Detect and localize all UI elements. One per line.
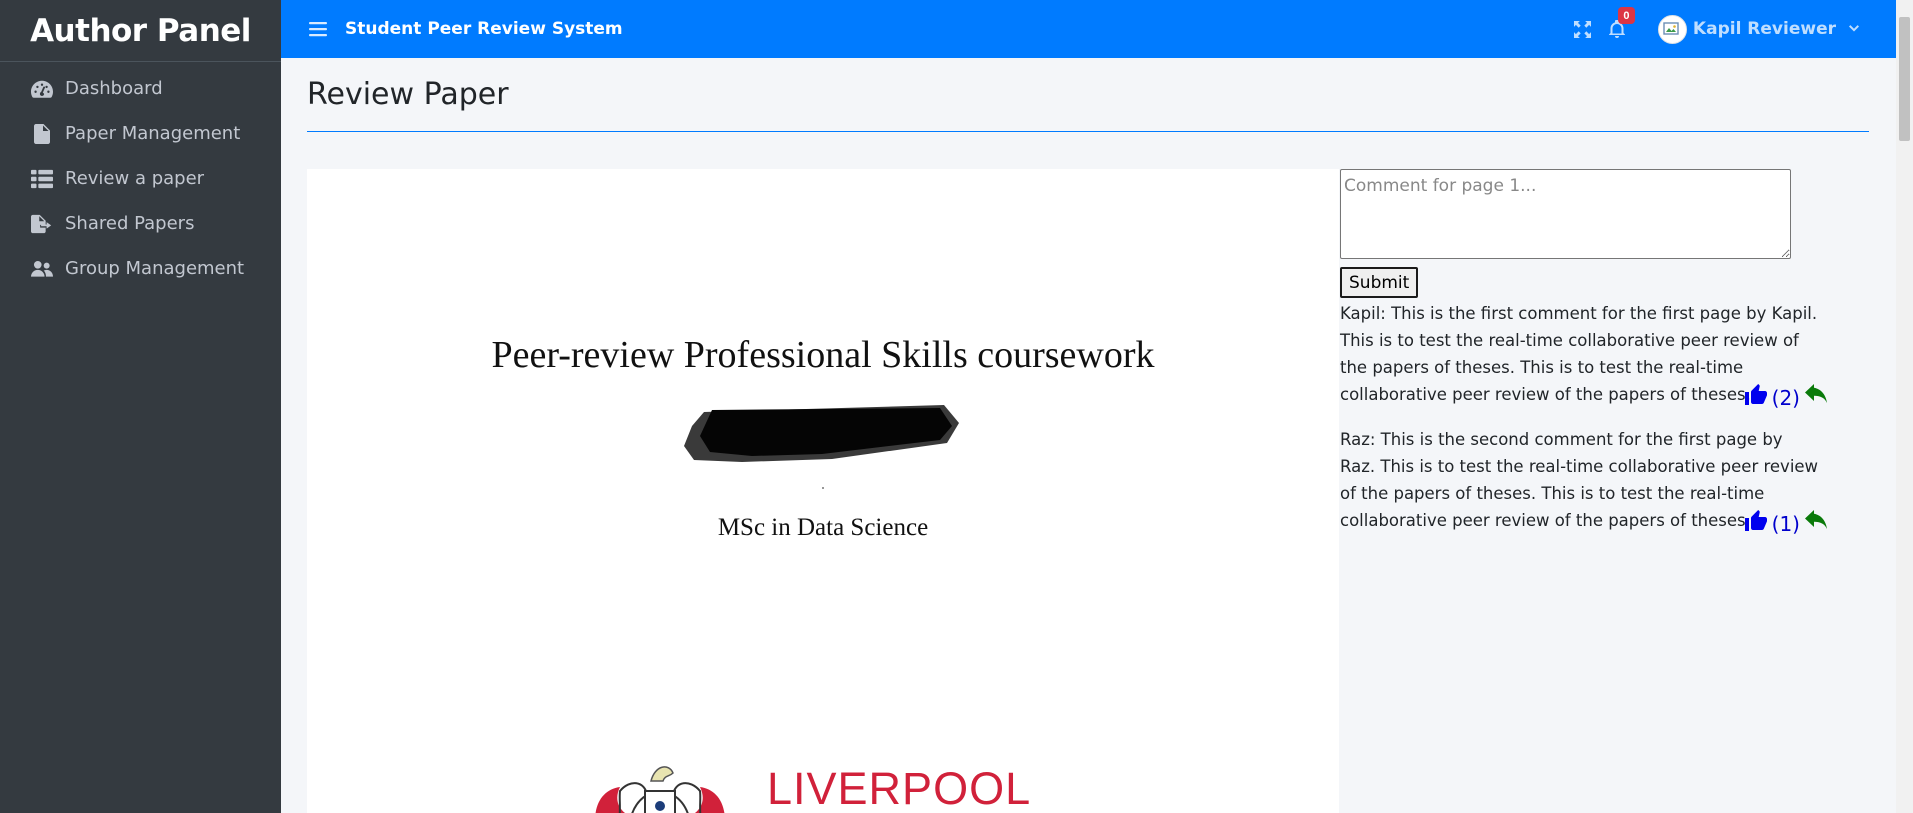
file-icon <box>30 123 54 145</box>
comment-actions: (1) <box>1744 508 1828 540</box>
like-count: (1) <box>1771 511 1800 536</box>
scrollbar-thumb[interactable] <box>1899 17 1910 141</box>
notification-count-badge: 0 <box>1617 7 1635 24</box>
sidebar-item-dashboard[interactable]: Dashboard <box>0 66 281 111</box>
like-count: (2) <box>1771 385 1800 410</box>
thumbs-up-icon[interactable] <box>1744 508 1768 540</box>
dashboard-icon <box>30 78 54 100</box>
sidebar-item-label: Shared Papers <box>65 213 195 234</box>
file-export-icon <box>30 213 54 235</box>
pdf-subtitle: MSc in Data Science <box>717 514 929 541</box>
avatar <box>1657 14 1687 44</box>
brand-title: Author Panel <box>30 12 251 49</box>
navbar-right: 0 Kapil Reviewer <box>1573 0 1896 58</box>
brand[interactable]: Author Panel <box>0 0 281 62</box>
page-title: Review Paper <box>307 77 509 112</box>
sidebar-item-review-paper[interactable]: Review a paper <box>0 156 281 201</box>
thumbs-up-icon[interactable] <box>1744 382 1768 414</box>
page-scrollbar[interactable] <box>1896 0 1913 813</box>
university-crest-logo <box>585 751 735 813</box>
user-menu[interactable]: Kapil Reviewer <box>1657 14 1860 44</box>
title-divider <box>307 131 1869 132</box>
comment-actions: (2) <box>1744 382 1828 414</box>
top-navbar: Student Peer Review System 0 Kapil Revie… <box>281 0 1896 58</box>
sidebar-item-label: Group Management <box>65 258 245 279</box>
sidebar-item-label: Dashboard <box>65 78 163 99</box>
comment-input[interactable] <box>1340 169 1791 259</box>
fullscreen-icon[interactable] <box>1573 20 1591 38</box>
comment-item: Kapil: This is the first comment for the… <box>1340 300 1840 410</box>
comment-item: Raz: This is the second comment for the … <box>1340 426 1840 536</box>
sidebar-item-group-management[interactable]: Group Management <box>0 246 281 291</box>
sidebar-item-label: Review a paper <box>65 168 205 189</box>
redacted-name <box>682 396 962 471</box>
user-name: Kapil Reviewer <box>1692 19 1836 39</box>
reply-icon[interactable] <box>1804 383 1828 413</box>
pdf-dot <box>822 487 824 489</box>
broken-image-icon <box>1663 22 1680 35</box>
sidebar: Author Panel Dashboard Paper Management … <box>0 0 281 813</box>
list-icon <box>30 168 54 190</box>
notifications-button[interactable]: 0 <box>1608 7 1635 38</box>
sidebar-nav: Dashboard Paper Management Review a pape… <box>0 62 281 291</box>
reply-icon[interactable] <box>1804 509 1828 539</box>
sidebar-item-paper-management[interactable]: Paper Management <box>0 111 281 156</box>
hamburger-menu-icon[interactable] <box>309 20 327 38</box>
pdf-title: Peer-review Professional Skills coursewo… <box>491 334 1155 376</box>
university-name: LIVERPOOL <box>767 763 1032 813</box>
users-icon <box>30 258 54 280</box>
sidebar-item-shared-papers[interactable]: Shared Papers <box>0 201 281 246</box>
sidebar-item-label: Paper Management <box>65 123 241 144</box>
pdf-viewer[interactable]: Peer-review Professional Skills coursewo… <box>307 169 1339 813</box>
submit-button[interactable]: Submit <box>1340 267 1419 298</box>
chevron-down-icon <box>1848 23 1860 35</box>
app-title[interactable]: Student Peer Review System <box>345 19 623 39</box>
